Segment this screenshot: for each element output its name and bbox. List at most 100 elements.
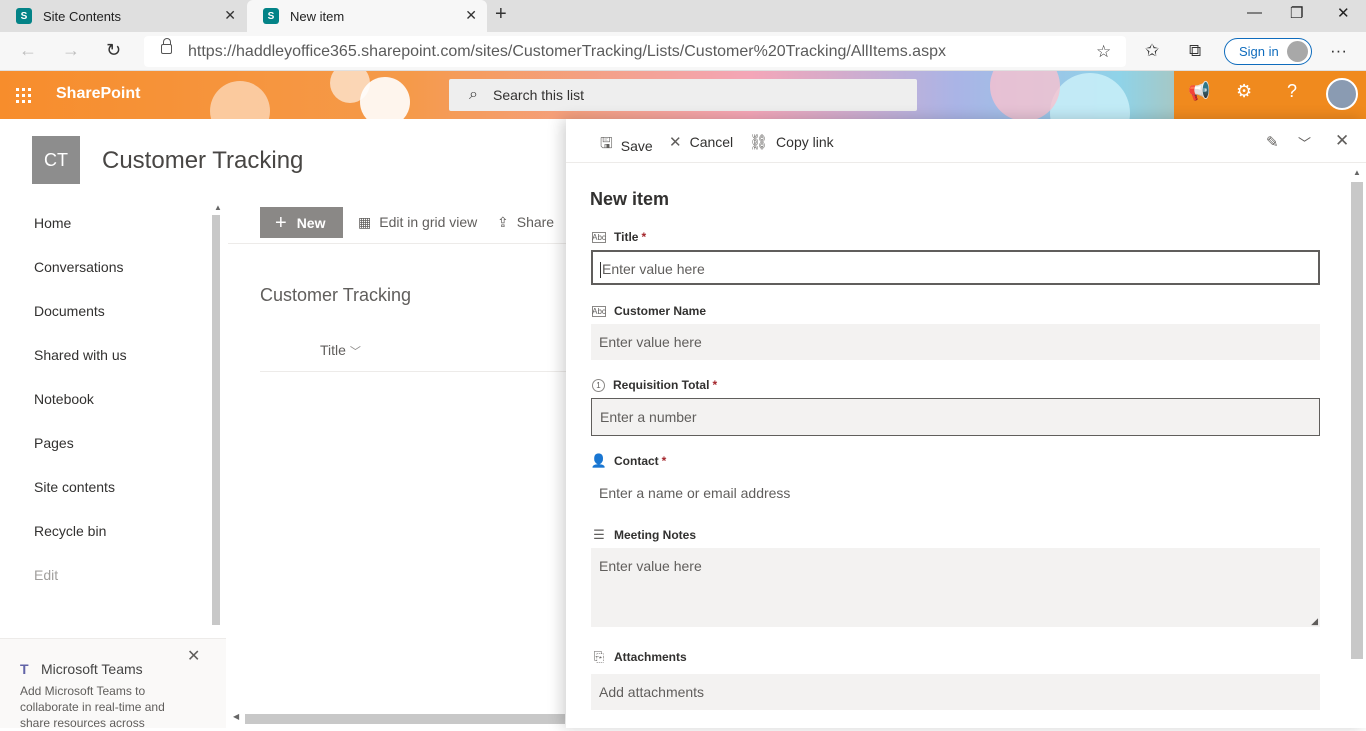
text-field-icon: Abc <box>592 231 606 243</box>
teams-promo: T Microsoft Teams ✕ Add Microsoft Teams … <box>0 638 226 730</box>
close-panel-icon[interactable]: ✕ <box>1335 131 1349 151</box>
lock-icon <box>161 38 172 54</box>
resize-handle-icon[interactable]: ◢ <box>1311 616 1318 627</box>
requisition-total-input[interactable]: Enter a number <box>591 398 1320 436</box>
url-text: https://haddleyoffice365.sharepoint.com/… <box>188 43 946 60</box>
field-label-customer-name: Abc Customer Name <box>592 304 706 318</box>
teams-icon: T <box>20 661 29 677</box>
close-icon[interactable]: ✕ <box>187 646 200 666</box>
close-tab-icon[interactable]: ✕ <box>465 7 477 24</box>
panel-scrollbar[interactable] <box>1351 182 1363 659</box>
edit-grid-view-button[interactable]: ▦ Edit in grid view <box>358 214 477 231</box>
meeting-notes-textarea[interactable]: Enter value here ◢ <box>591 548 1320 627</box>
app-launcher-icon[interactable] <box>16 88 31 103</box>
cancel-label: Cancel <box>689 134 734 150</box>
close-window-icon[interactable]: ✕ <box>1337 4 1350 22</box>
new-tab-icon[interactable]: + <box>495 3 507 26</box>
tab-new-item[interactable]: S New item ✕ <box>247 0 487 32</box>
header-divider <box>260 371 570 372</box>
field-label-requisition-total: 1 Requisition Total * <box>592 378 717 392</box>
divider <box>228 243 568 244</box>
meeting-notes-placeholder: Enter value here <box>599 558 702 574</box>
suite-bar: SharePoint ⌕ Search this list 📢 ⚙ ? <box>0 71 1366 119</box>
minimize-icon[interactable]: — <box>1247 4 1262 21</box>
label-text: Attachments <box>614 650 687 664</box>
address-bar-row: ← → ↻ https://haddleyoffice365.sharepoin… <box>0 32 1366 71</box>
panel-heading: New item <box>590 189 670 209</box>
site-logo[interactable]: CT <box>32 136 80 184</box>
nav-scrollbar[interactable] <box>212 215 220 625</box>
customer-name-placeholder: Enter value here <box>599 334 702 350</box>
multiline-text-icon: ☰ <box>593 527 605 542</box>
edit-grid-label: Edit in grid view <box>379 214 478 230</box>
sign-in-button[interactable]: Sign in <box>1224 38 1312 65</box>
scroll-left-icon[interactable]: ◀ <box>233 712 239 721</box>
user-avatar[interactable] <box>1326 78 1358 110</box>
required-mark: * <box>661 454 667 468</box>
save-icon: 🖫 <box>600 135 613 152</box>
nav-item-conversations[interactable]: Conversations <box>34 259 124 275</box>
sign-in-label: Sign in <box>1239 44 1279 59</box>
help-icon[interactable]: ? <box>1287 81 1297 102</box>
nav-item-home[interactable]: Home <box>34 215 71 231</box>
number-icon: 1 <box>592 378 605 392</box>
nav-item-shared-with-us[interactable]: Shared with us <box>34 347 127 363</box>
title-input[interactable]: Enter value here <box>591 250 1320 285</box>
share-label: Share <box>516 214 555 230</box>
gear-icon[interactable]: ⚙ <box>1236 81 1252 102</box>
favorites-icon[interactable]: ✩ <box>1145 41 1159 61</box>
teams-promo-title: Microsoft Teams <box>41 661 143 677</box>
nav-item-documents[interactable]: Documents <box>34 303 105 319</box>
edit-form-icon[interactable]: ✎ <box>1266 133 1279 151</box>
back-arrow-icon[interactable]: ← <box>19 40 37 61</box>
label-text: Contact <box>614 454 659 468</box>
chevron-down-icon: ﹀ <box>349 346 361 358</box>
column-title-label: Title <box>320 342 346 358</box>
tab-site-contents[interactable]: S Site Contents ✕ <box>0 0 246 32</box>
cancel-button[interactable]: ✕ Cancel <box>669 133 733 151</box>
save-button[interactable]: 🖫 Save <box>600 133 653 158</box>
share-button[interactable]: ⇪ Share <box>497 214 554 231</box>
search-placeholder: Search this list <box>493 87 585 103</box>
tab-title: Site Contents <box>43 8 122 24</box>
title-placeholder: Enter value here <box>602 261 705 277</box>
copy-link-button[interactable]: ⛓ Copy link <box>749 133 834 151</box>
label-text: Customer Name <box>614 304 707 318</box>
add-attachments-button[interactable]: Add attachments <box>591 674 1320 710</box>
nav-item-recycle-bin[interactable]: Recycle bin <box>34 523 106 539</box>
nav-item-site-contents[interactable]: Site contents <box>34 479 115 495</box>
share-icon: ⇪ <box>497 214 509 230</box>
close-tab-icon[interactable]: ✕ <box>224 7 236 24</box>
column-header-title[interactable]: Title ﹀ <box>320 342 361 359</box>
collections-icon[interactable]: ⧉ <box>1189 41 1201 61</box>
customer-name-input[interactable]: Enter value here <box>591 324 1320 360</box>
megaphone-icon[interactable]: 📢 <box>1188 81 1210 102</box>
contact-placeholder: Enter a name or email address <box>599 485 791 501</box>
restore-icon[interactable]: ❐ <box>1290 4 1303 22</box>
scroll-up-icon[interactable]: ▲ <box>1353 168 1361 177</box>
site-title[interactable]: Customer Tracking <box>102 147 303 175</box>
nav-item-edit[interactable]: Edit <box>34 567 58 583</box>
more-options-icon[interactable]: ··· <box>1330 41 1347 61</box>
url-field[interactable]: https://haddleyoffice365.sharepoint.com/… <box>144 36 1126 67</box>
search-box[interactable]: ⌕ Search this list <box>449 79 917 111</box>
text-field-icon: Abc <box>592 305 606 317</box>
nav-item-pages[interactable]: Pages <box>34 435 74 451</box>
sharepoint-favicon-icon: S <box>263 8 279 24</box>
cancel-icon: ✕ <box>669 134 682 151</box>
profile-avatar-icon <box>1287 41 1308 62</box>
new-button[interactable]: + New <box>260 207 343 238</box>
required-mark: * <box>712 378 718 392</box>
nav-item-notebook[interactable]: Notebook <box>34 391 94 407</box>
scroll-up-icon[interactable]: ▲ <box>214 203 222 212</box>
forward-arrow-icon[interactable]: → <box>62 40 80 61</box>
contact-people-picker[interactable]: Enter a name or email address <box>591 475 1320 511</box>
plus-icon: + <box>275 211 287 234</box>
add-favorite-icon[interactable]: ☆ <box>1096 42 1111 62</box>
chevron-down-icon[interactable]: ﹀ <box>1298 133 1311 152</box>
search-icon: ⌕ <box>469 86 478 103</box>
link-icon: ⛓ <box>749 134 769 151</box>
horizontal-scrollbar[interactable] <box>245 714 565 724</box>
refresh-icon[interactable]: ↻ <box>106 40 121 61</box>
sharepoint-brand[interactable]: SharePoint <box>56 85 140 103</box>
